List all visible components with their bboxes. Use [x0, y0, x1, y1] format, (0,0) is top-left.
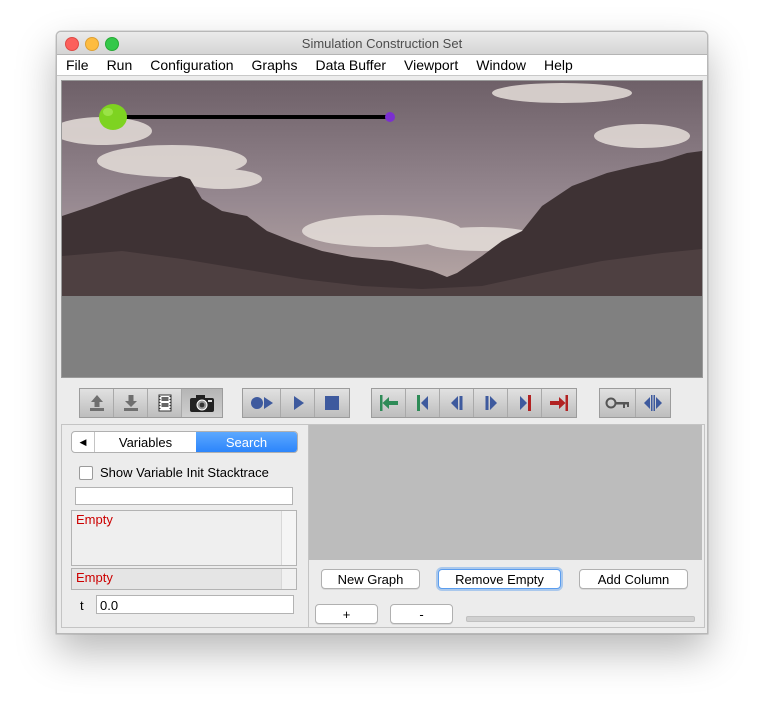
tab-search[interactable]: Search — [196, 432, 297, 452]
bottom-panel: ◀ Variables Search Show Variable Init St… — [61, 424, 705, 628]
add-column-button[interactable]: Add Column — [579, 569, 688, 589]
menu-file[interactable]: File — [66, 57, 89, 73]
toolbar-group-playback — [242, 388, 350, 418]
time-label: t — [80, 598, 84, 613]
time-value-field[interactable]: 0.0 — [96, 595, 294, 614]
pendulum-bob — [99, 104, 127, 130]
graph-slider[interactable] — [466, 616, 695, 622]
stop-button[interactable] — [315, 389, 349, 417]
ground-plane — [62, 296, 702, 377]
search-results-scrollbar[interactable] — [281, 511, 296, 565]
menu-run[interactable]: Run — [107, 57, 133, 73]
import-icon — [123, 395, 138, 411]
export-button[interactable] — [80, 389, 114, 417]
toolbar-group-io — [79, 388, 223, 418]
menu-configuration[interactable]: Configuration — [150, 57, 233, 73]
search-results-list[interactable]: Empty — [71, 510, 297, 566]
goto-in-point-button[interactable] — [372, 389, 406, 417]
add-graph-row-button[interactable]: + — [315, 604, 378, 624]
show-stacktrace-checkbox[interactable] — [79, 465, 93, 480]
variables-pane: ◀ Variables Search Show Variable Init St… — [62, 425, 309, 627]
show-stacktrace-row[interactable]: Show Variable Init Stacktrace — [79, 465, 269, 480]
title-bar: Simulation Construction Set — [57, 32, 707, 55]
goto-out-point-icon — [550, 395, 568, 411]
goto-in-point-icon — [379, 395, 398, 411]
step-forward-icon — [485, 396, 497, 410]
zoom-button[interactable] — [636, 389, 670, 417]
camera-button[interactable] — [182, 389, 222, 417]
toolbar-group-keys — [599, 388, 671, 418]
window-title: Simulation Construction Set — [301, 36, 463, 51]
film-button[interactable] — [148, 389, 182, 417]
variables-tabs: ◀ Variables Search — [71, 431, 298, 453]
3d-viewport[interactable] — [61, 80, 703, 378]
scene — [62, 81, 702, 377]
menu-help[interactable]: Help — [544, 57, 573, 73]
key-button[interactable] — [600, 389, 636, 417]
step-backward-button[interactable] — [440, 389, 474, 417]
menu-bar: File Run Configuration Graphs Data Buffe… — [57, 55, 707, 76]
play-button[interactable] — [281, 389, 315, 417]
camera-icon — [190, 395, 214, 412]
menu-data-buffer[interactable]: Data Buffer — [315, 57, 386, 73]
menu-viewport[interactable]: Viewport — [404, 57, 458, 73]
menu-graphs[interactable]: Graphs — [252, 57, 298, 73]
step-to-in-icon — [416, 395, 428, 411]
app-window: Simulation Construction Set File Run Con… — [56, 31, 708, 634]
selected-variables-scrollbar[interactable] — [281, 569, 296, 589]
play-sim-icon — [250, 397, 273, 409]
tab-back-arrow-icon[interactable]: ◀ — [72, 432, 95, 452]
menu-window[interactable]: Window — [476, 57, 526, 73]
graph-area[interactable] — [309, 425, 702, 560]
stop-icon — [325, 396, 339, 410]
variable-search-input[interactable] — [75, 487, 293, 505]
show-stacktrace-label: Show Variable Init Stacktrace — [100, 465, 269, 480]
step-to-out-button[interactable] — [508, 389, 542, 417]
step-to-out-icon — [519, 395, 531, 411]
step-backward-icon — [450, 396, 462, 410]
pivot-mass — [385, 112, 395, 122]
step-forward-button[interactable] — [474, 389, 508, 417]
play-icon — [293, 396, 304, 410]
tab-variables[interactable]: Variables — [95, 432, 196, 452]
import-button[interactable] — [114, 389, 148, 417]
remove-graph-row-button[interactable]: - — [390, 604, 453, 624]
new-graph-button[interactable]: New Graph — [321, 569, 420, 589]
key-icon — [605, 397, 629, 409]
simulate-button[interactable] — [243, 389, 281, 417]
export-icon — [89, 395, 104, 411]
step-to-in-button[interactable] — [406, 389, 440, 417]
toolbar — [57, 388, 707, 420]
search-results-empty: Empty — [76, 512, 113, 527]
selected-variables-empty: Empty — [76, 570, 113, 585]
toolbar-group-navigation — [371, 388, 577, 418]
goto-out-point-button[interactable] — [542, 389, 576, 417]
remove-empty-button[interactable]: Remove Empty — [438, 569, 561, 589]
selected-variables-list[interactable]: Empty — [71, 568, 297, 590]
zoom-icon — [644, 395, 662, 411]
film-icon — [158, 394, 171, 412]
